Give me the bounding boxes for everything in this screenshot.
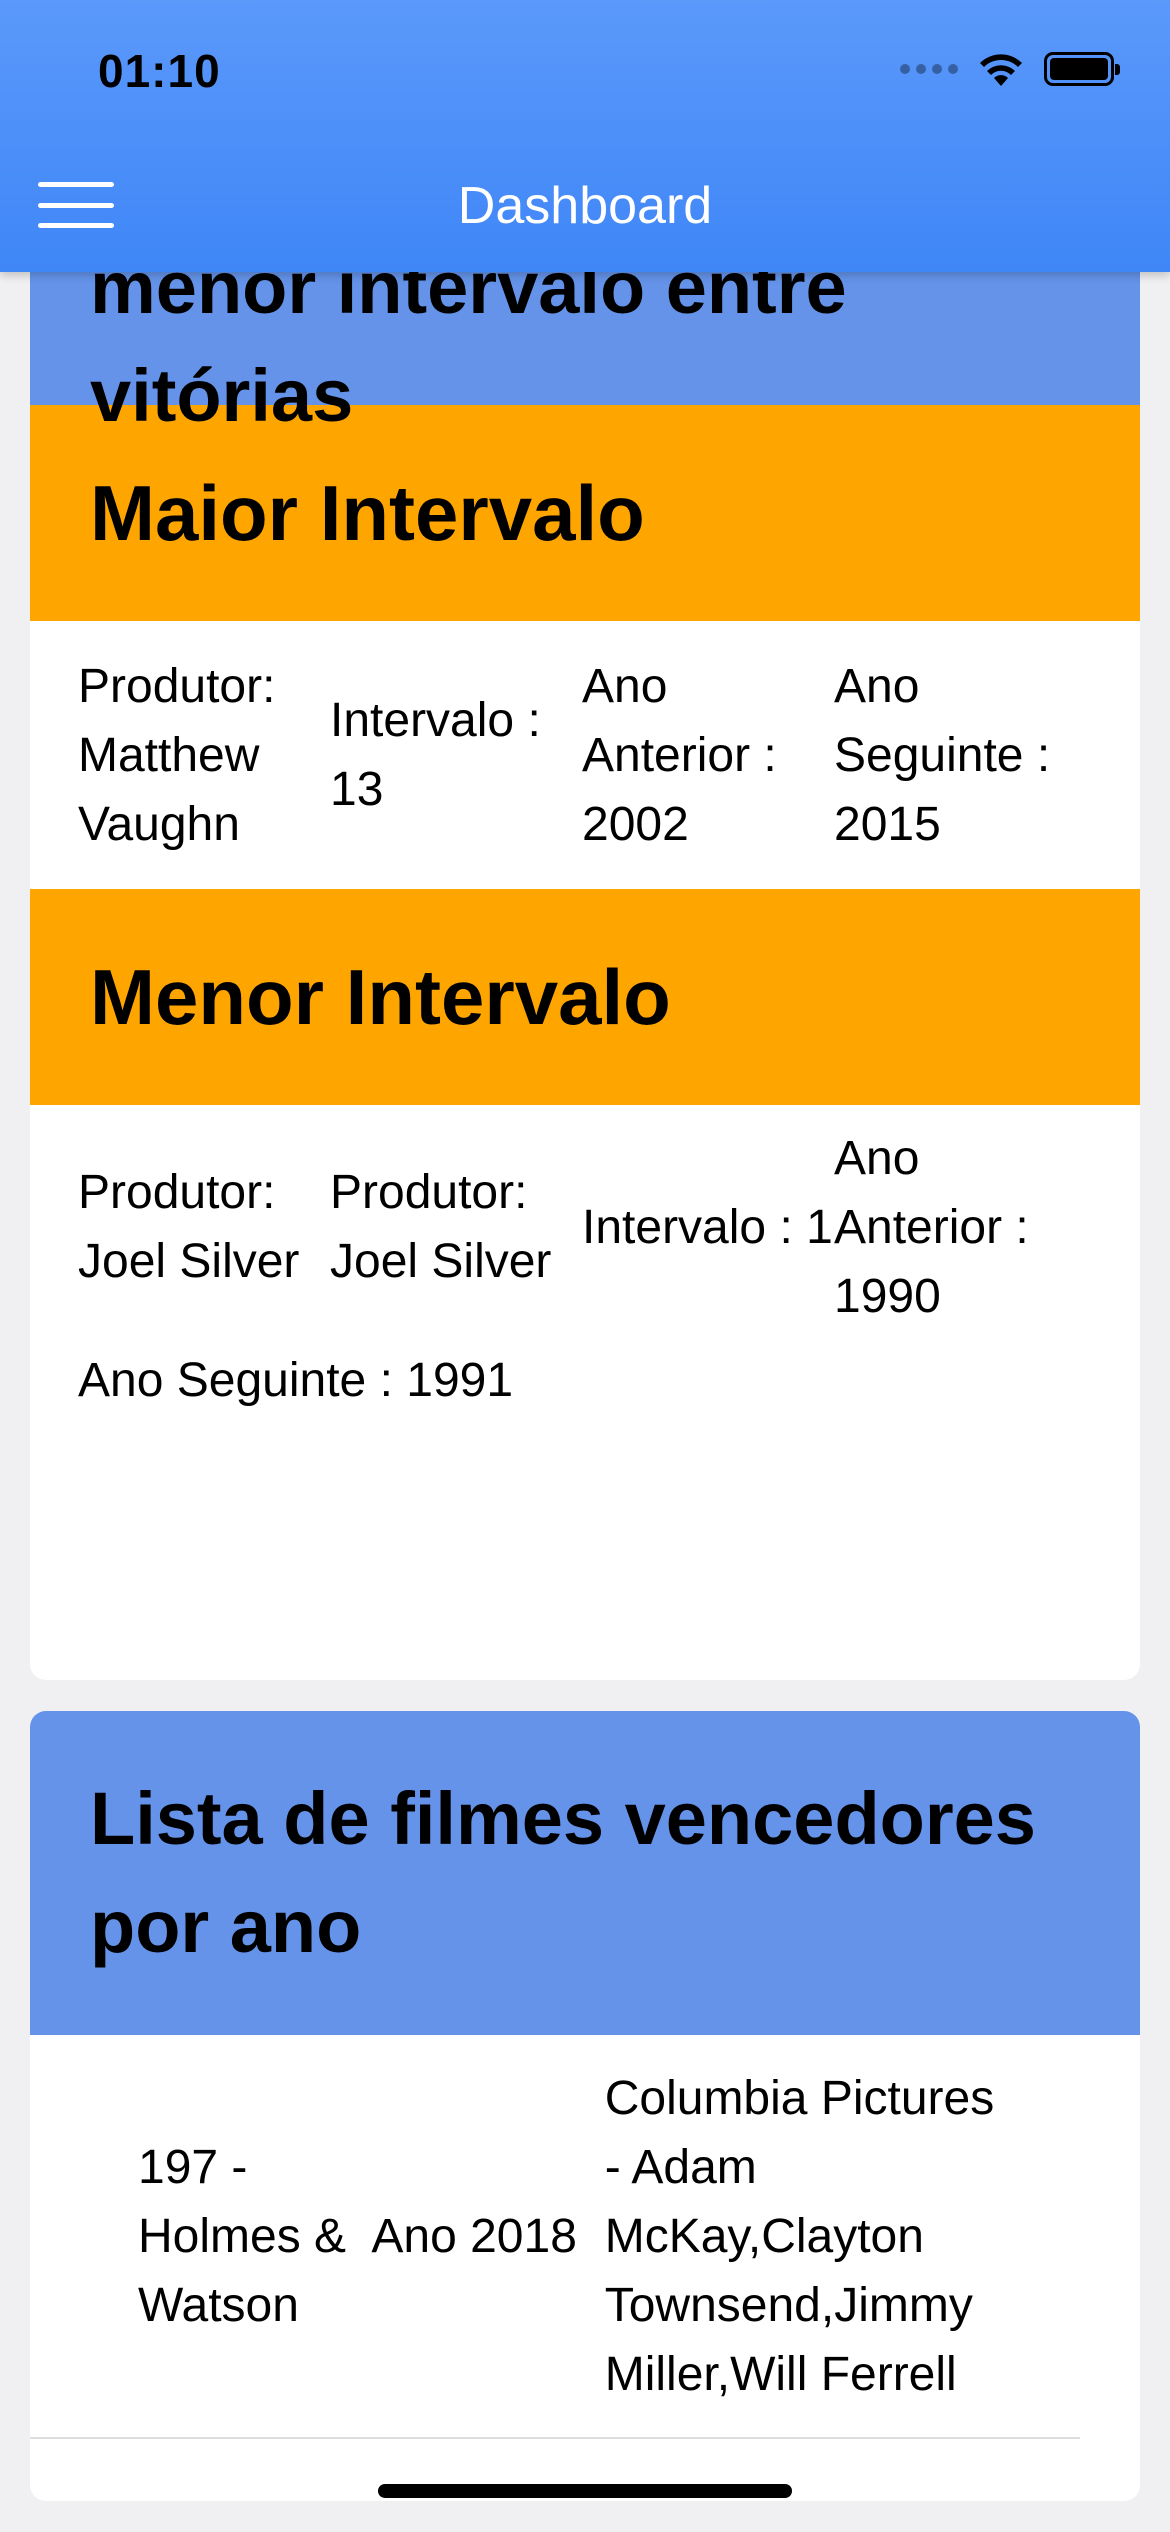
list-item[interactable]: 197 - Holmes & Watson Ano 2018 Columbia … — [30, 2035, 1080, 2439]
status-indicators — [900, 50, 1120, 88]
home-indicator[interactable] — [378, 2484, 792, 2498]
screen: Produtores com maior e menor intervalo e… — [0, 0, 1170, 2532]
max-following-year: Ano Seguinte : 2015 — [834, 659, 1051, 851]
winners-card-title: Lista de filmes vencedores por ano — [30, 1711, 1140, 2035]
film-title: 197 - Holmes & Watson — [138, 2140, 347, 2332]
max-producer: Produtor: Matthew Vaughn — [78, 659, 276, 851]
film-studio-producers: Columbia Pictures - Adam McKay,Clayton T… — [604, 2071, 995, 2401]
max-interval-value: Intervalo : 13 — [330, 694, 541, 816]
min-producer-2: Produtor: Joel Silver — [330, 1166, 552, 1288]
min-previous-year: Ano Anterior : 1990 — [834, 1131, 1029, 1323]
max-interval-row: Produtor: Matthew Vaughn Intervalo : 13 … — [30, 621, 1140, 889]
top-navigation-bar: 01:10 Dashboard — [0, 0, 1170, 272]
battery-icon — [1044, 52, 1120, 86]
page-title: Dashboard — [457, 177, 713, 235]
min-interval-value: Intervalo : 1 — [582, 1200, 833, 1254]
min-interval-extra-row: Ano Seguinte : 1991 — [30, 1325, 1140, 1435]
max-previous-year: Ano Anterior : 2002 — [582, 659, 777, 851]
min-interval-row: Produtor: Joel Silver Produtor: Joel Sil… — [30, 1105, 1140, 1325]
status-time: 01:10 — [98, 45, 221, 97]
producers-interval-card: Produtores com maior e menor intervalo e… — [30, 180, 1140, 1680]
min-following-year: Ano Seguinte : 1991 — [78, 1353, 514, 1407]
min-producer-1: Produtor: Joel Silver — [78, 1166, 300, 1288]
film-year: Ano 2018 — [371, 2209, 577, 2263]
winners-list-card: Lista de filmes vencedores por ano 197 -… — [30, 1711, 1140, 2501]
min-interval-heading: Menor Intervalo — [30, 889, 1140, 1105]
wifi-icon — [980, 54, 1022, 86]
cellular-signal-icon — [900, 64, 958, 74]
